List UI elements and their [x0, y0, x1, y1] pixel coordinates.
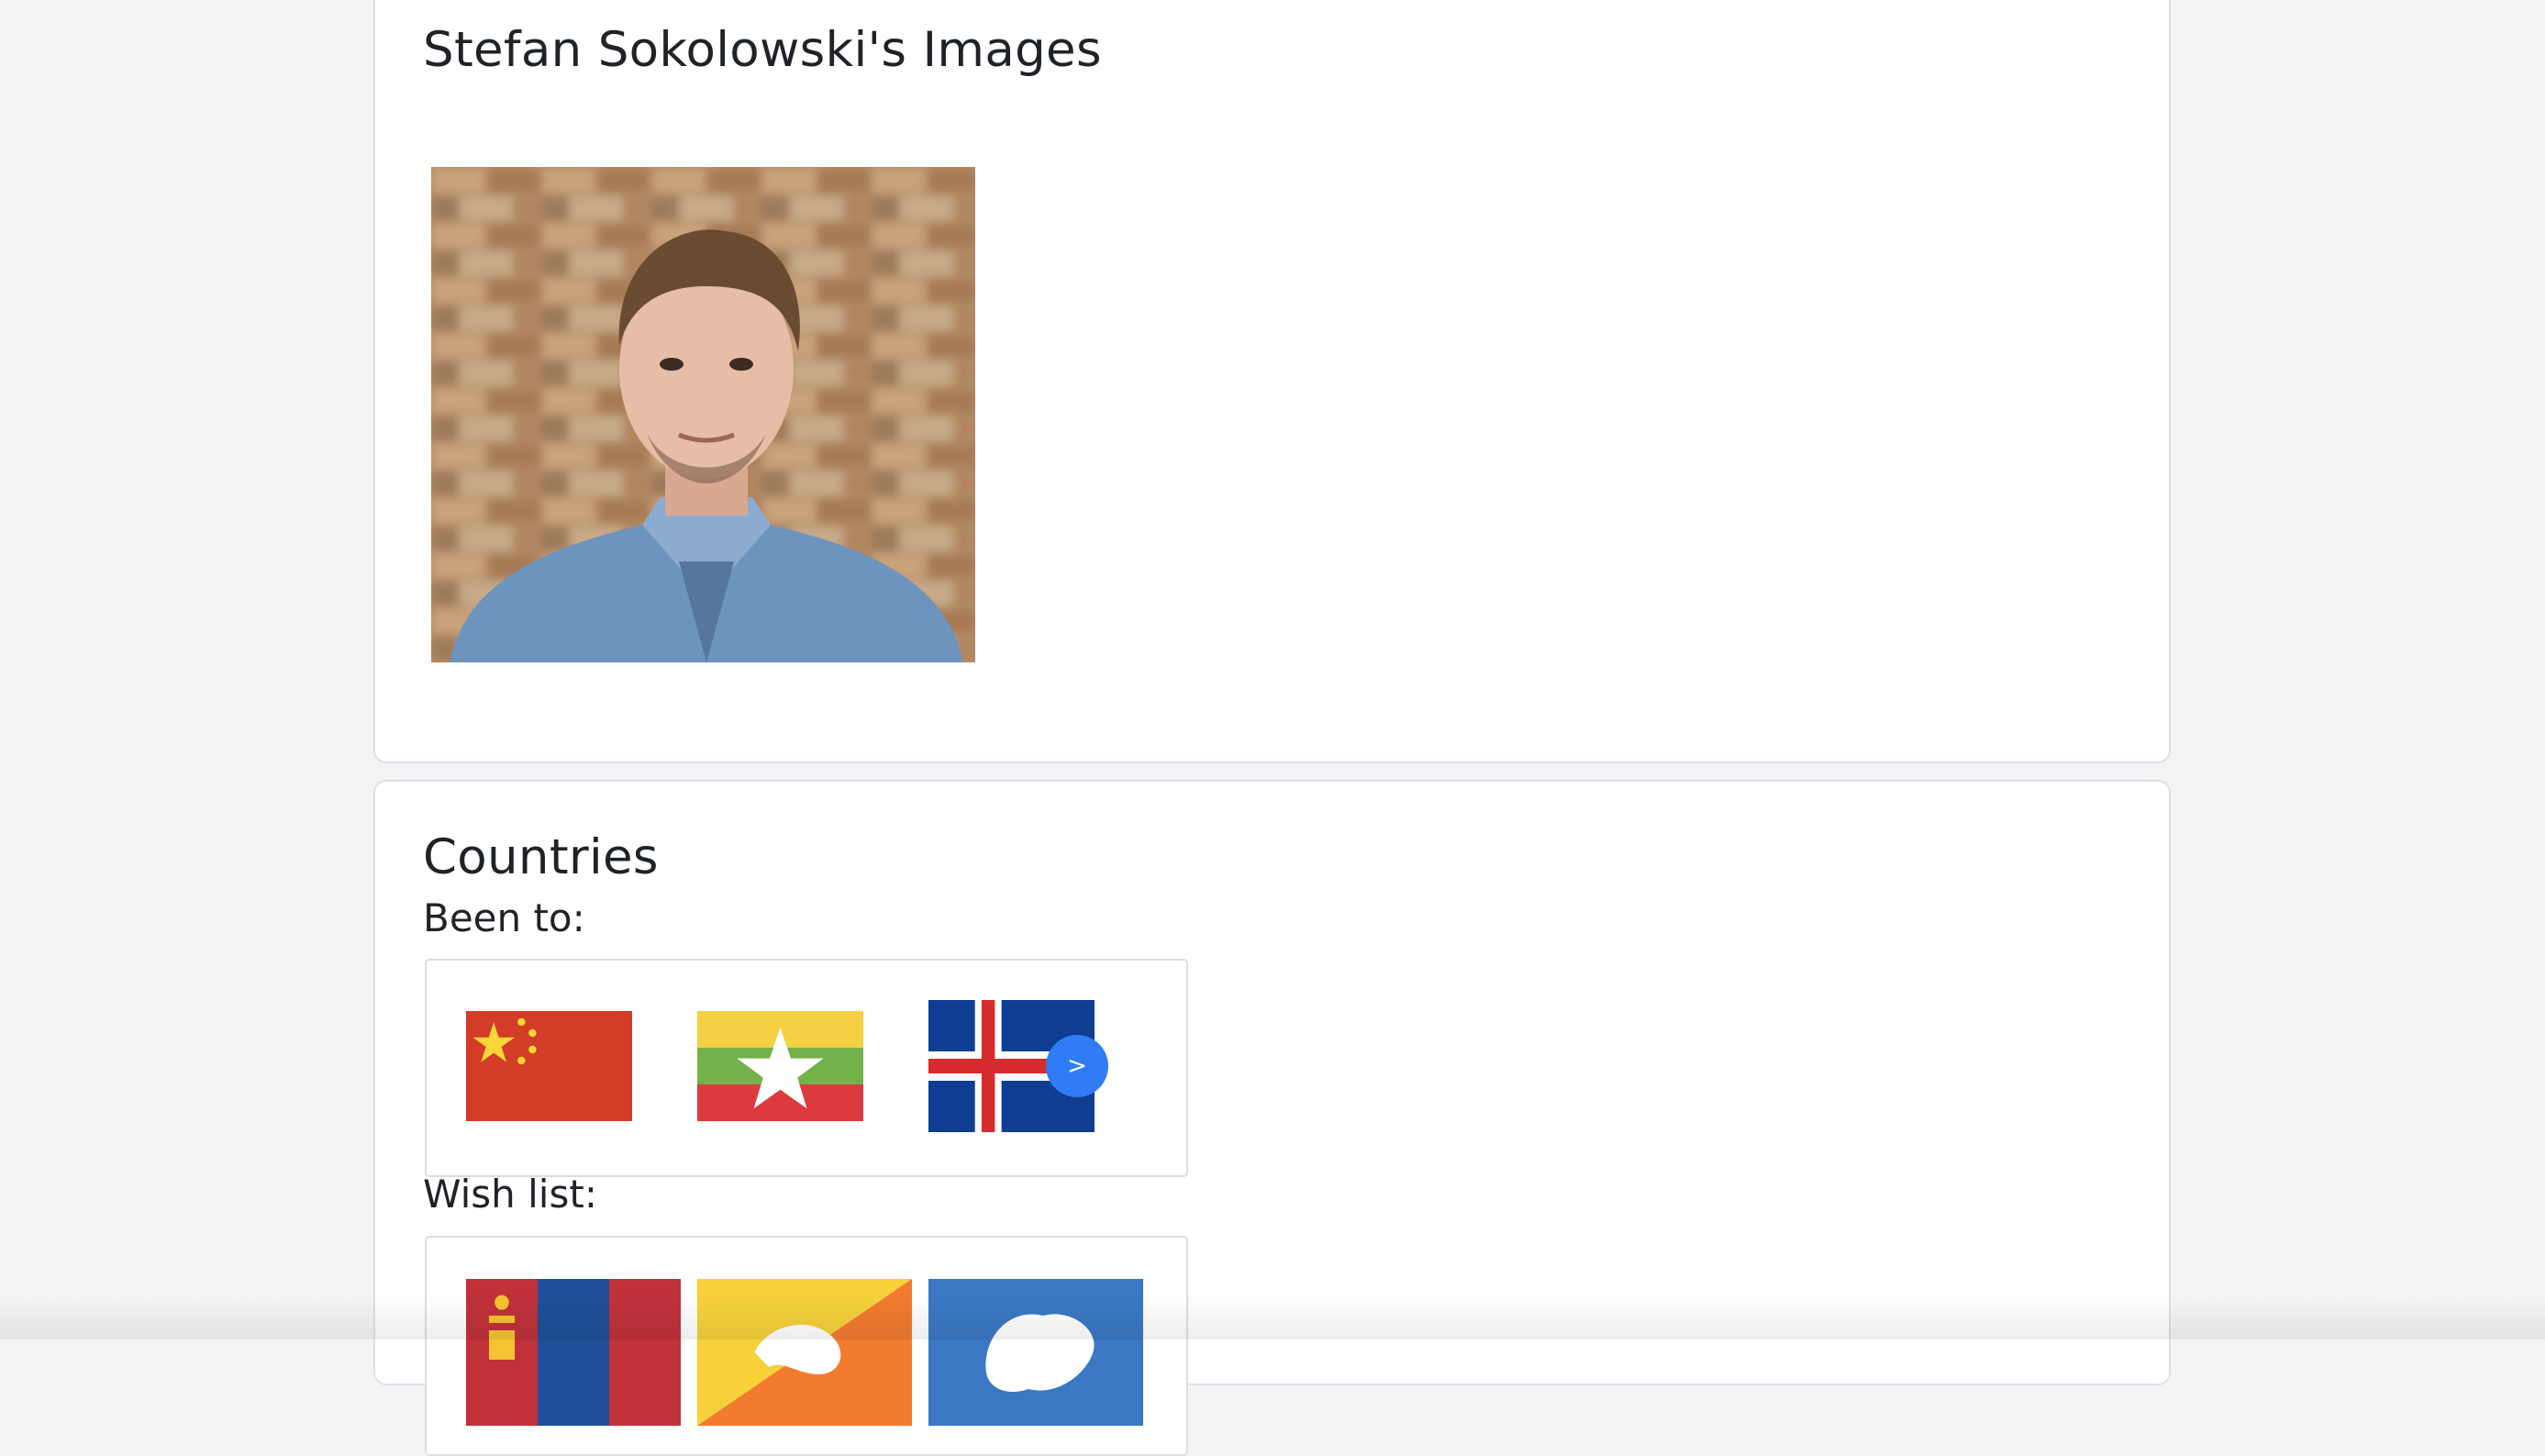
- flag-antarctica[interactable]: [928, 1279, 1143, 1426]
- been-to-carousel[interactable]: >: [425, 959, 1188, 1177]
- carousel-next-button[interactable]: >: [1046, 1035, 1108, 1097]
- countries-card: Countries Been to: > Wish list:: [373, 780, 2171, 1456]
- profile-photo[interactable]: [431, 167, 975, 662]
- flag-bhutan[interactable]: [697, 1279, 912, 1426]
- images-title: Stefan Sokolowski's Images: [423, 22, 1102, 78]
- wish-list-label: Wish list:: [423, 1172, 597, 1217]
- wish-list-carousel[interactable]: [425, 1236, 1188, 1456]
- been-to-label: Been to:: [423, 895, 585, 940]
- flag-china[interactable]: [466, 1011, 632, 1121]
- flag-myanmar[interactable]: [697, 1011, 863, 1121]
- images-card: Stefan Sokolowski's Images: [373, 0, 2171, 763]
- countries-title: Countries: [423, 829, 659, 885]
- flag-mongolia[interactable]: [466, 1279, 681, 1426]
